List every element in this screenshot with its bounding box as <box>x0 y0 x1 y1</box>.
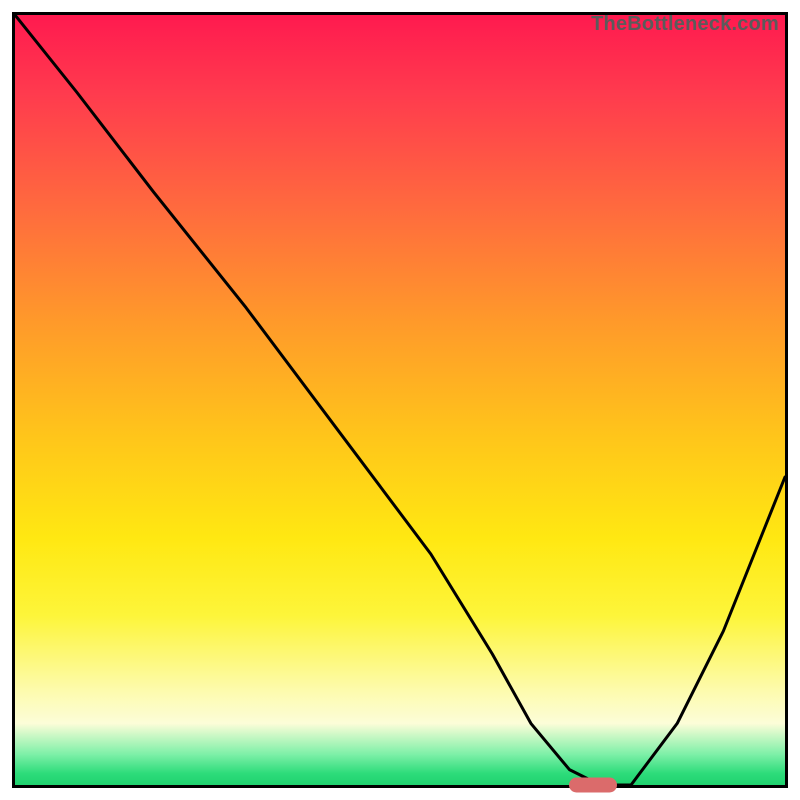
watermark-text: TheBottleneck.com <box>591 13 779 36</box>
heatmap-gradient <box>15 15 785 785</box>
chart-frame: TheBottleneck.com <box>12 12 788 788</box>
optimal-marker <box>569 778 617 793</box>
